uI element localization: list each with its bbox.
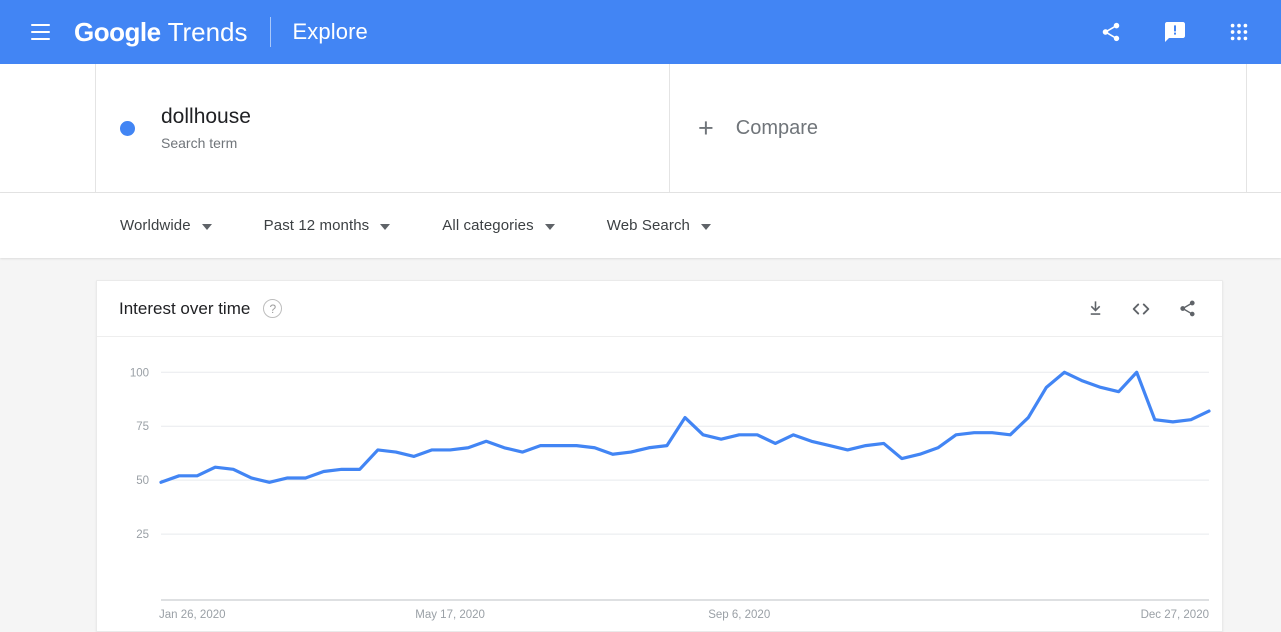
- brand-logo[interactable]: Google Trends: [74, 17, 248, 48]
- chevron-down-icon: [544, 223, 555, 230]
- filter-location[interactable]: Worldwide: [120, 217, 212, 234]
- search-term-text: dollhouse Search term: [161, 104, 251, 152]
- hamburger-menu-icon[interactable]: [20, 12, 60, 52]
- filter-bar: Worldwide Past 12 months All categories …: [0, 193, 1281, 258]
- embed-code-icon[interactable]: [1128, 296, 1154, 322]
- filter-timerange[interactable]: Past 12 months: [264, 217, 391, 234]
- filter-category[interactable]: All categories: [442, 217, 555, 234]
- page-body: Interest over time ? 25 50 75 100 Jan 26…: [0, 258, 1281, 632]
- plus-icon: +: [698, 112, 714, 143]
- page-title: Interest over time: [119, 298, 251, 318]
- share-icon[interactable]: [1091, 12, 1131, 52]
- y-axis-tick-label: 75: [136, 421, 149, 433]
- brand-google-text: Google: [74, 16, 161, 47]
- search-term-label: dollhouse: [161, 105, 251, 128]
- filter-search-type[interactable]: Web Search: [607, 217, 711, 234]
- share-icon[interactable]: [1174, 296, 1200, 322]
- chevron-down-icon: [380, 223, 391, 230]
- filter-timerange-label: Past 12 months: [263, 217, 370, 234]
- card-actions: [1082, 296, 1200, 322]
- feedback-icon[interactable]: [1155, 12, 1195, 52]
- y-axis-tick-label: 25: [136, 529, 149, 541]
- series-color-dot: [120, 120, 135, 136]
- y-axis-tick-label: 100: [130, 367, 149, 379]
- chevron-down-icon: [701, 223, 711, 230]
- terms-right-gutter: [1246, 64, 1281, 192]
- appbar-actions: [1091, 12, 1259, 52]
- card-header: Interest over time ?: [97, 281, 1222, 337]
- compare-label: Compare: [735, 116, 819, 139]
- app-bar: Google Trends Explore: [0, 0, 1281, 64]
- search-term-card[interactable]: dollhouse Search term: [96, 64, 670, 192]
- y-axis-tick-label: 50: [136, 475, 149, 487]
- hamburger-line: [30, 38, 50, 40]
- filter-category-label: All categories: [442, 217, 534, 234]
- x-axis-tick-label: Sep 6, 2020: [708, 609, 770, 621]
- filter-location-label: Worldwide: [120, 217, 191, 234]
- x-axis-tick-label: Dec 27, 2020: [1141, 609, 1209, 621]
- chevron-down-icon: [201, 223, 212, 230]
- trend-line[interactable]: [159, 370, 1211, 484]
- hamburger-line: [30, 31, 50, 33]
- brand-divider: [269, 17, 271, 47]
- add-comparison-button[interactable]: + Compare: [670, 64, 1246, 192]
- search-term-type: Search term: [161, 135, 238, 152]
- download-icon[interactable]: [1082, 296, 1108, 322]
- x-axis-tick-label: May 17, 2020: [415, 609, 485, 621]
- search-terms-row: dollhouse Search term + Compare: [0, 64, 1281, 193]
- filter-search-type-label: Web Search: [606, 217, 690, 234]
- terms-left-gutter: [0, 64, 96, 192]
- hamburger-line: [30, 24, 50, 26]
- chart-area: 25 50 75 100 Jan 26, 2020 May 17, 2020 Sep 6, …: [97, 337, 1222, 632]
- help-icon[interactable]: ?: [263, 299, 283, 318]
- apps-grid-icon[interactable]: [1219, 12, 1259, 52]
- x-axis-tick-label: Jan 26, 2020: [159, 609, 226, 621]
- interest-over-time-card: Interest over time ? 25 50 75 100 Jan 26…: [96, 280, 1223, 632]
- section-title-explore[interactable]: Explore: [293, 19, 368, 45]
- interest-over-time-chart[interactable]: 25 50 75 100 Jan 26, 2020 May 17, 2020 Sep 6, …: [97, 337, 1222, 632]
- brand-product-text: Trends: [167, 16, 248, 47]
